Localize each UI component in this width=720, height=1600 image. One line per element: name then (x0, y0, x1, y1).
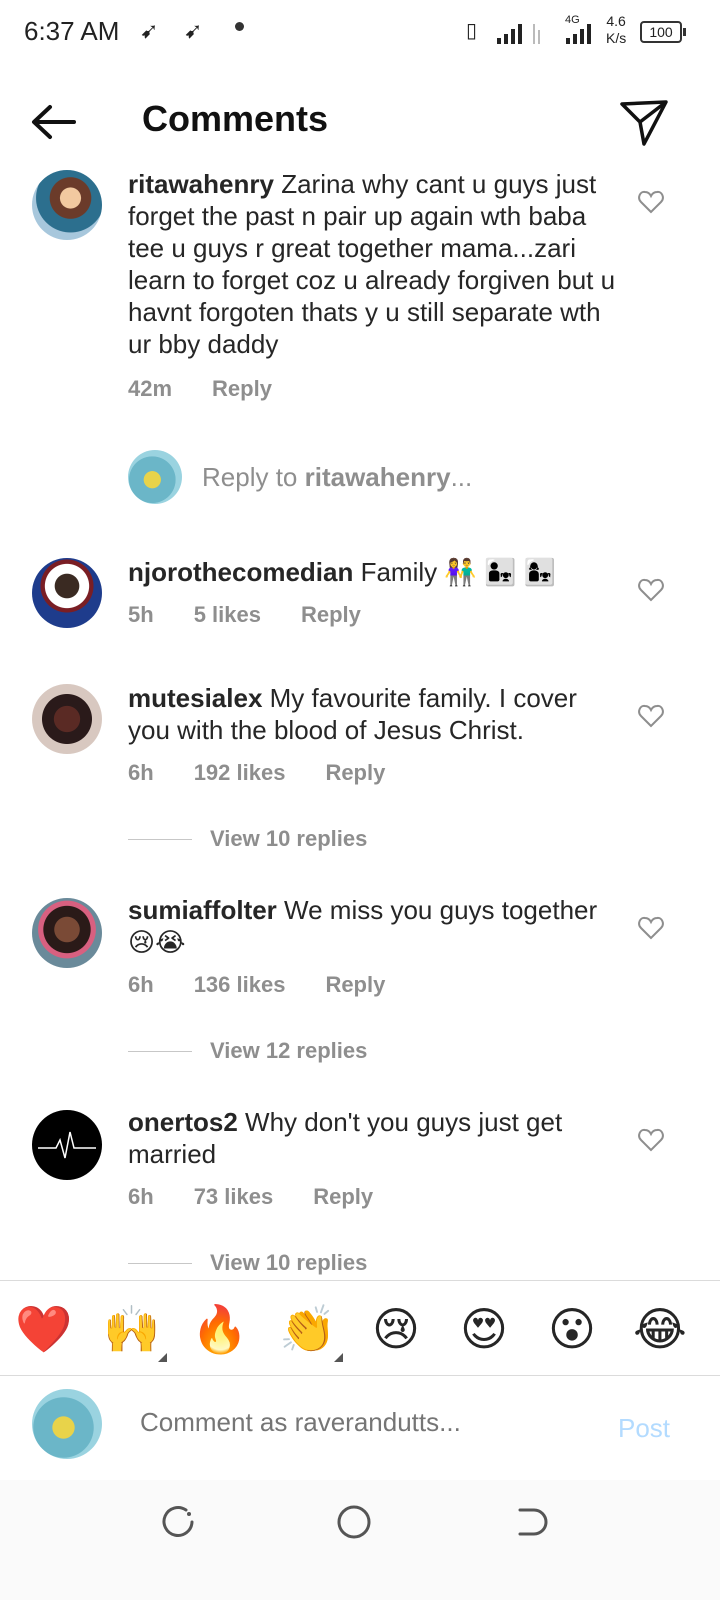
heart-icon[interactable] (638, 1128, 664, 1152)
heart-icon[interactable] (638, 578, 664, 602)
raising-hands-emoji-button[interactable]: 🙌 (102, 1299, 162, 1359)
avatar (128, 450, 182, 504)
reply-prompt[interactable]: Reply to ritawahenry... (128, 450, 668, 504)
speed-value: 4.6 (606, 13, 626, 29)
direct-message-icon (620, 100, 668, 146)
surprised-face-emoji-button[interactable]: 😮 (542, 1299, 602, 1359)
share-button[interactable] (614, 92, 674, 152)
comment-time: 42m (128, 376, 173, 401)
status-bar: 6:37 AM ➹ ➹ ▯ 4G 4.6 K/s 100 (0, 0, 720, 64)
reply-button[interactable]: Reply (325, 972, 385, 998)
comment-meta: 5h 5 likes Reply (128, 602, 401, 628)
network-speed: 4.6 K/s (606, 13, 626, 47)
heart-icon[interactable] (638, 704, 664, 728)
back-button[interactable] (28, 100, 80, 144)
view-replies-button[interactable]: View 12 replies (128, 1038, 367, 1064)
comment-username[interactable]: njorothecomedian (128, 557, 353, 587)
page-title: Comments (142, 98, 329, 139)
reply-button[interactable]: Reply (301, 602, 361, 628)
signal-icon (566, 22, 591, 44)
speed-unit: K/s (606, 30, 627, 46)
comment-meta: 6h 136 likes Reply (128, 972, 425, 998)
view-replies-label: View 10 replies (210, 826, 368, 851)
comment-time: 6h (128, 1184, 154, 1209)
divider (128, 1050, 192, 1052)
comment-time: 6h (128, 972, 154, 997)
crying-face-emoji-button[interactable]: 😢 (366, 1299, 426, 1359)
comment-username[interactable]: onertos2 (128, 1107, 238, 1137)
app-notification-icon: ➹ (140, 18, 159, 43)
header: Comments (0, 80, 720, 160)
avatar[interactable] (32, 170, 102, 240)
recent-apps-button[interactable] (158, 1502, 198, 1542)
comment-username[interactable]: ritawahenry (128, 169, 274, 199)
view-replies-label: View 10 replies (210, 1250, 368, 1275)
comment-composer: Post (0, 1377, 720, 1477)
system-navigation-bar (0, 1480, 720, 1600)
skin-tone-indicator-icon (334, 1353, 343, 1362)
like-count[interactable]: 73 likes (194, 1184, 274, 1210)
heart-eyes-emoji-button[interactable]: 😍 (454, 1299, 514, 1359)
data-transfer-icon (533, 22, 540, 44)
comment-message: Family 👫 👨‍👧 👩‍👧 (360, 557, 556, 587)
heart-icon[interactable] (638, 190, 664, 214)
post-button[interactable]: Post (618, 1413, 670, 1444)
tears-of-joy-emoji-button[interactable]: 😂 (630, 1299, 690, 1359)
view-replies-label: View 12 replies (210, 1038, 368, 1063)
app-notification-icon: ➹ (184, 18, 203, 43)
like-count[interactable]: 5 likes (194, 602, 261, 628)
comment-meta: 6h 73 likes Reply (128, 1184, 413, 1210)
avatar[interactable] (32, 558, 102, 628)
reply-prompt-suffix: ... (450, 462, 473, 492)
vibrate-icon: ▯ (466, 20, 478, 42)
avatar[interactable] (32, 684, 102, 754)
arrow-left-icon (32, 105, 76, 139)
fire-emoji-button[interactable]: 🔥 (190, 1299, 250, 1359)
reply-button[interactable]: Reply (212, 376, 272, 402)
status-time: 6:37 AM (24, 16, 120, 46)
divider (128, 838, 192, 840)
red-heart-emoji-button[interactable]: ❤️ (14, 1299, 74, 1359)
comment-text: ritawahenry Zarina why cant u guys just … (128, 168, 618, 360)
comment-text: njorothecomedian Family 👫 👨‍👧 👩‍👧 (128, 556, 618, 588)
reply-prompt-prefix: Reply to (202, 462, 305, 492)
comment-text: onertos2 Why don't you guys just get mar… (128, 1106, 618, 1170)
emoji-quick-bar: ❤️ 🙌 🔥 👏 😢 😍 😮 😂 (0, 1280, 720, 1376)
back-nav-button[interactable] (510, 1502, 550, 1542)
comment-meta: 42m Reply (128, 376, 312, 402)
signal-icon (497, 22, 522, 44)
comment-time: 6h (128, 760, 154, 785)
heartbeat-icon (38, 1131, 96, 1159)
comment-username[interactable]: sumiaffolter (128, 895, 277, 925)
comment-text: mutesialex My favourite family. I cover … (128, 682, 618, 746)
avatar[interactable] (32, 1110, 102, 1180)
divider (128, 1262, 192, 1264)
more-notifications-dot (235, 22, 244, 31)
skin-tone-indicator-icon (158, 1353, 167, 1362)
comment-input[interactable] (140, 1407, 580, 1438)
like-count[interactable]: 192 likes (194, 760, 286, 786)
reply-prompt-username: ritawahenry (304, 462, 451, 492)
view-replies-button[interactable]: View 10 replies (128, 826, 367, 852)
comment-time: 5h (128, 602, 154, 627)
view-replies-button[interactable]: View 10 replies (128, 1250, 367, 1276)
comment-username[interactable]: mutesialex (128, 683, 262, 713)
reply-button[interactable]: Reply (313, 1184, 373, 1210)
reply-prompt-text: Reply to ritawahenry... (202, 462, 472, 493)
avatar[interactable] (32, 898, 102, 968)
reply-button[interactable]: Reply (325, 760, 385, 786)
avatar (32, 1389, 102, 1459)
home-button[interactable] (334, 1502, 374, 1542)
like-count[interactable]: 136 likes (194, 972, 286, 998)
comment-text: sumiaffolter We miss you guys together 😢… (128, 894, 618, 958)
heart-icon[interactable] (638, 916, 664, 940)
battery-icon: 100 (640, 21, 686, 43)
comment-meta: 6h 192 likes Reply (128, 760, 425, 786)
clapping-hands-emoji-button[interactable]: 👏 (278, 1299, 338, 1359)
